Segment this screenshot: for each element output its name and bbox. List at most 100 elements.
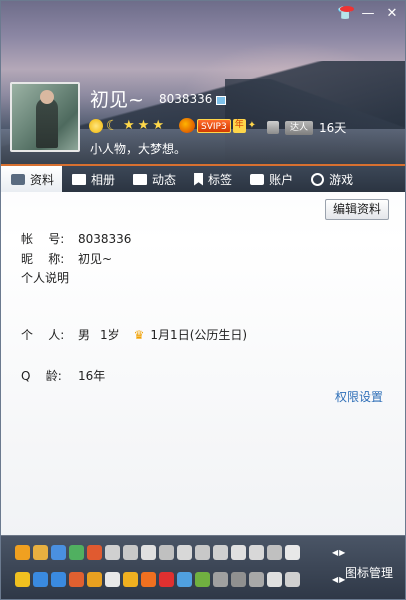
tab-label: 资料 bbox=[30, 172, 55, 187]
profile-window: 👕 — ✕ 初见~ 8038336 ☾ ★ ★ ★ SVIP3 年 ✦ 达人 1 bbox=[0, 0, 406, 600]
star-icon: ★ bbox=[137, 118, 150, 133]
account-value: 8038336 bbox=[78, 231, 132, 246]
description-label: 个人说明 bbox=[21, 271, 70, 285]
service-icon[interactable] bbox=[231, 545, 246, 560]
skin-icon[interactable]: 👕 bbox=[337, 6, 354, 21]
service-icon[interactable] bbox=[177, 572, 192, 587]
svip-plus-icon: ✦ bbox=[247, 120, 257, 131]
daren-badge[interactable]: 达人 16天 bbox=[267, 119, 346, 136]
account-row: 帐 号: 8038336 bbox=[21, 230, 131, 247]
briefcase-icon bbox=[250, 173, 265, 185]
service-icon[interactable] bbox=[159, 545, 174, 560]
crown-icon: ♛ bbox=[133, 327, 145, 342]
qq-number: 8038336 bbox=[159, 92, 213, 106]
tab-feed[interactable]: 动态 bbox=[123, 166, 184, 192]
service-icon[interactable] bbox=[213, 545, 228, 560]
sun-icon bbox=[89, 119, 103, 133]
service-icon[interactable] bbox=[105, 572, 120, 587]
scroll-arrows-icon[interactable]: ◀▶ bbox=[332, 548, 346, 557]
permission-settings-link[interactable]: 权限设置 bbox=[335, 388, 383, 405]
service-icon[interactable] bbox=[15, 572, 30, 587]
svip-badge[interactable]: SVIP3 年 ✦ bbox=[179, 118, 256, 133]
nickname-key: 昵 称: bbox=[21, 252, 65, 266]
qage-row: Q 龄: 16年 bbox=[21, 367, 105, 384]
svip-year: 年 bbox=[232, 118, 246, 133]
service-icon[interactable] bbox=[105, 545, 120, 560]
minimize-icon[interactable]: — bbox=[361, 7, 375, 21]
qage-value: 16年 bbox=[78, 369, 106, 383]
tab-account[interactable]: 账户 bbox=[240, 166, 301, 192]
gender: 男 bbox=[78, 328, 91, 342]
service-icon[interactable] bbox=[267, 572, 282, 587]
service-icon[interactable] bbox=[195, 545, 210, 560]
qq-number-icon[interactable] bbox=[216, 96, 226, 105]
service-icon[interactable] bbox=[231, 572, 246, 587]
service-icons-row-2 bbox=[15, 572, 300, 587]
service-icon[interactable] bbox=[51, 545, 66, 560]
nickname-row: 昵 称: 初见~ bbox=[21, 250, 112, 267]
service-icons-row-1 bbox=[15, 545, 300, 560]
level-badges[interactable]: ☾ ★ ★ ★ bbox=[89, 118, 164, 134]
birthday: 1月1日(公历生日) bbox=[150, 328, 248, 342]
daren-icon bbox=[267, 121, 279, 134]
service-icon[interactable] bbox=[249, 545, 264, 560]
service-icon[interactable] bbox=[177, 545, 192, 560]
service-icon[interactable] bbox=[285, 572, 300, 587]
tab-label: 动态 bbox=[152, 172, 177, 187]
service-icon[interactable] bbox=[33, 545, 48, 560]
service-icon[interactable] bbox=[159, 572, 174, 587]
service-icon[interactable] bbox=[123, 572, 138, 587]
personal-value: 男 1岁 ♛ 1月1日(公历生日) bbox=[78, 326, 247, 343]
service-icon[interactable] bbox=[69, 572, 84, 587]
edit-profile-button[interactable]: 编辑资料 bbox=[324, 199, 389, 220]
profile-header: 👕 — ✕ 初见~ 8038336 ☾ ★ ★ ★ SVIP3 年 ✦ 达人 1 bbox=[1, 1, 405, 164]
tab-games[interactable]: 游戏 bbox=[301, 166, 361, 192]
profile-card-icon bbox=[11, 173, 25, 185]
star-icon: ★ bbox=[123, 118, 135, 133]
service-icon[interactable] bbox=[51, 572, 66, 587]
service-icon[interactable] bbox=[195, 572, 210, 587]
service-icon[interactable] bbox=[123, 545, 138, 560]
service-icon[interactable] bbox=[69, 545, 84, 560]
game-icon bbox=[311, 172, 325, 186]
feed-icon bbox=[133, 173, 148, 185]
window-controls: 👕 — ✕ bbox=[337, 6, 399, 21]
tab-label: 账户 bbox=[269, 172, 294, 187]
nickname-value: 初见~ bbox=[78, 252, 113, 266]
service-icon-bar: ◀▶ ◀▶ 图标管理 bbox=[1, 535, 405, 599]
tab-bar: 资料 相册 动态 标签 账户 游戏 bbox=[1, 164, 405, 192]
service-icon[interactable] bbox=[141, 572, 156, 587]
star-icon: ★ bbox=[152, 118, 164, 133]
personal-key: 个 人: bbox=[21, 328, 65, 342]
tab-profile[interactable]: 资料 bbox=[1, 166, 63, 192]
account-key: 帐 号: bbox=[21, 232, 65, 246]
service-icon[interactable] bbox=[213, 572, 228, 587]
daren-days: 16天 bbox=[319, 121, 347, 135]
tab-tags[interactable]: 标签 bbox=[184, 166, 240, 192]
qage-key: Q 龄: bbox=[21, 369, 62, 383]
svip-label: SVIP3 bbox=[197, 118, 231, 133]
description-row: 个人说明 bbox=[21, 269, 69, 286]
svip-penguin-icon bbox=[179, 118, 195, 133]
service-icon[interactable] bbox=[87, 572, 102, 587]
service-icon[interactable] bbox=[15, 545, 30, 560]
icon-manage-button[interactable]: 图标管理 bbox=[345, 564, 393, 581]
service-icon[interactable] bbox=[87, 545, 102, 560]
avatar[interactable] bbox=[10, 82, 80, 152]
service-icon[interactable] bbox=[141, 545, 156, 560]
bookmark-icon bbox=[194, 172, 204, 186]
service-icon[interactable] bbox=[33, 572, 48, 587]
personal-row: 个 人: 男 1岁 ♛ 1月1日(公历生日) bbox=[21, 326, 247, 343]
daren-label: 达人 bbox=[285, 120, 314, 135]
tab-album[interactable]: 相册 bbox=[62, 166, 123, 192]
avatar-head bbox=[40, 90, 54, 104]
tab-label: 标签 bbox=[208, 172, 233, 187]
new-dot-icon bbox=[340, 6, 354, 12]
close-icon[interactable]: ✕ bbox=[385, 7, 399, 21]
service-icon[interactable] bbox=[267, 545, 282, 560]
service-icon[interactable] bbox=[249, 572, 264, 587]
signature[interactable]: 小人物，大梦想。 bbox=[90, 140, 186, 157]
nickname: 初见~ bbox=[90, 89, 144, 111]
age: 1岁 bbox=[100, 328, 120, 342]
service-icon[interactable] bbox=[285, 545, 300, 560]
